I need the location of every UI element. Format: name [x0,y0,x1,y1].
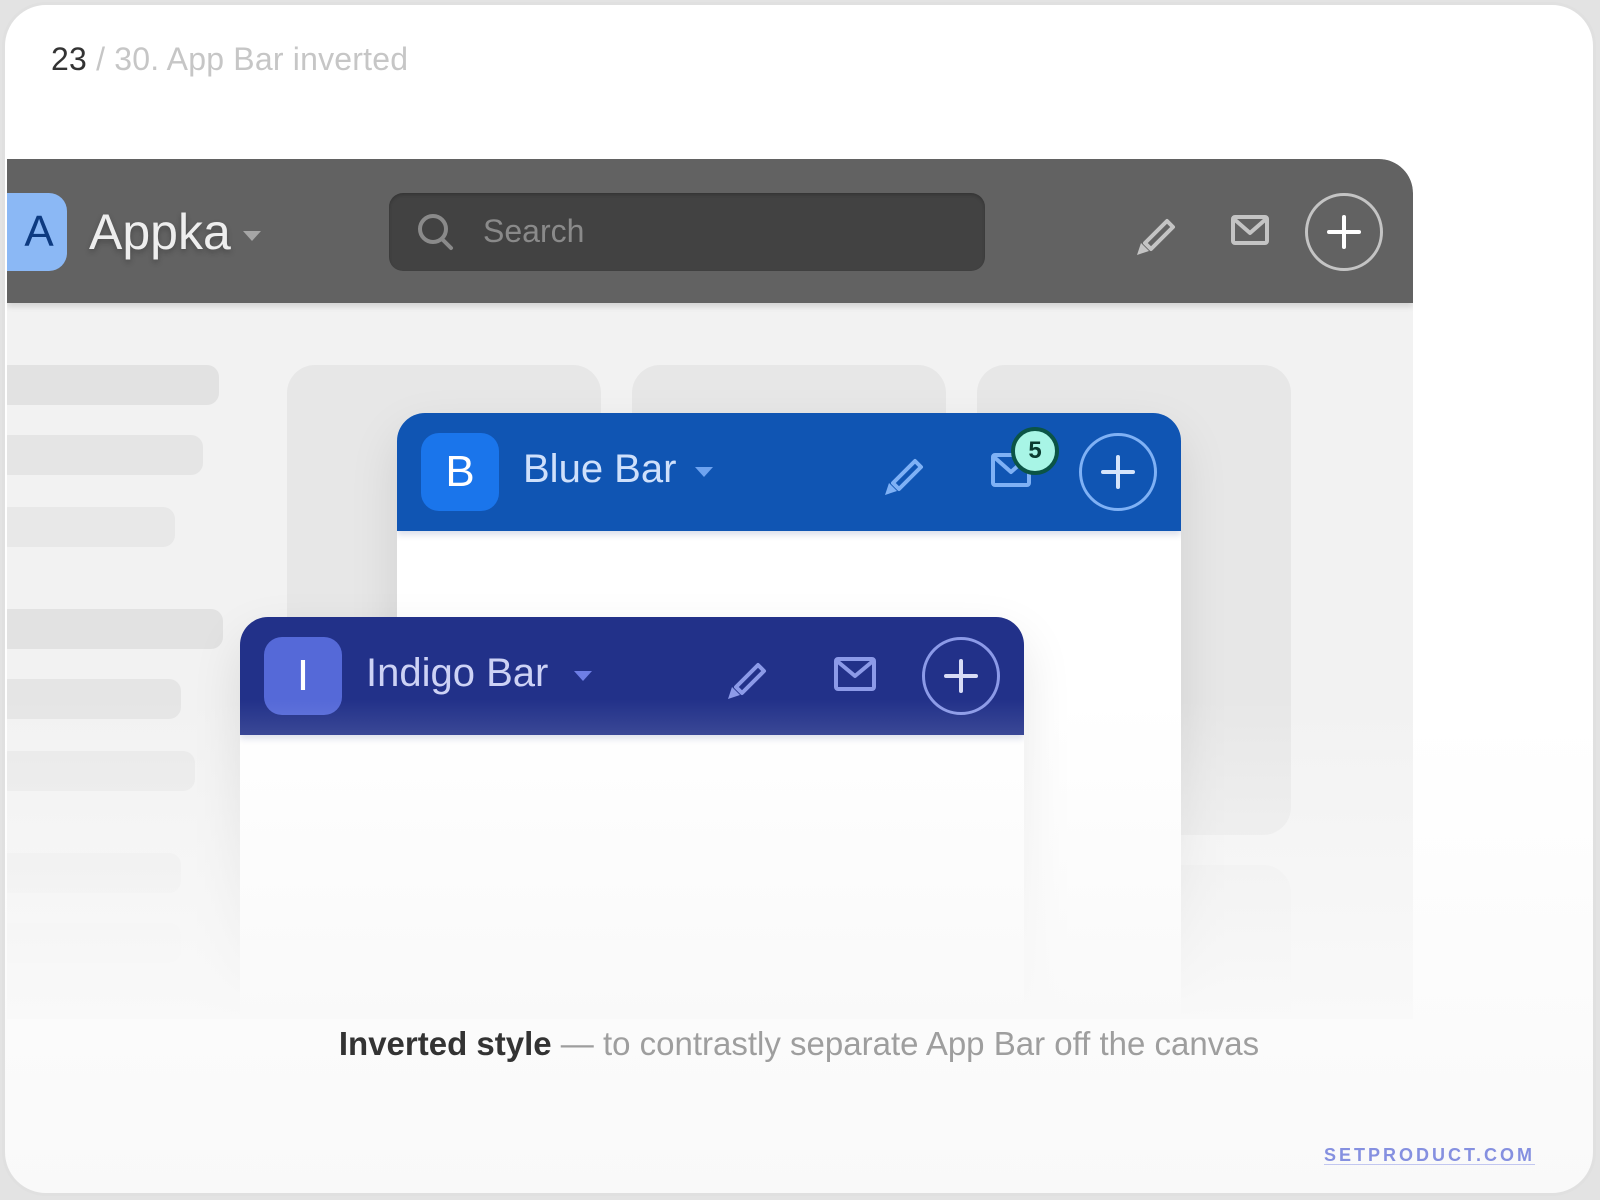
skeleton-sidebar-item [7,507,175,547]
blue-app-bar: B Blue Bar 5 [397,413,1181,531]
skeleton-sidebar-item [7,365,219,405]
pencil-icon[interactable] [724,653,772,701]
plus-icon [944,659,978,693]
app-name[interactable]: Appka [89,203,231,261]
indigo-bar-name[interactable]: Indigo Bar [366,651,548,696]
indigo-bar-add-button[interactable] [922,637,1000,715]
skeleton-sidebar-item [7,853,181,893]
indigo-bar-logo-letter: I [296,651,310,700]
plus-icon [1327,215,1361,249]
indigo-bar-logo[interactable]: I [264,637,342,715]
plus-icon [1101,455,1135,489]
main-app-bar: A Appka Search [7,159,1413,303]
pencil-icon[interactable] [1133,209,1181,257]
skeleton-sidebar-item [7,609,223,649]
slide-title: 23 / 30. App Bar inverted [51,41,408,78]
app-switcher-caret-icon[interactable] [243,231,261,241]
slide-number: 23 [51,41,87,77]
search-input[interactable]: Search [389,193,985,271]
indigo-bar-caret-icon[interactable] [574,671,592,681]
mail-icon[interactable] [834,657,878,693]
indigo-app-bar: I Indigo Bar [240,617,1024,735]
skeleton-sidebar-item [7,751,195,791]
search-icon [418,214,453,250]
search-placeholder: Search [483,213,585,249]
caption-rest: — to contrastly separate App Bar off the… [551,1025,1260,1062]
blue-bar-add-button[interactable] [1079,433,1157,511]
slide-card: 23 / 30. App Bar inverted A Appka Search [2,2,1596,1196]
blue-bar-logo[interactable]: B [421,433,499,511]
add-button[interactable] [1305,193,1383,271]
app-logo[interactable]: A [7,193,67,271]
app-window-mock: A Appka Search B Blue Bar 5 I Indigo Bar [7,159,1413,1019]
pencil-icon[interactable] [881,449,929,497]
app-logo-letter: A [24,207,54,256]
skeleton-sidebar-item [7,679,181,719]
mail-badge: 5 [1011,427,1059,475]
blue-bar-name[interactable]: Blue Bar [523,447,676,492]
skeleton-sidebar-item [7,923,181,963]
caption: Inverted style — to contrastly separate … [5,1025,1593,1063]
mail-icon[interactable] [1231,215,1271,247]
blue-bar-caret-icon[interactable] [695,467,713,477]
setproduct-link[interactable]: SETPRODUCT.COM [1324,1145,1535,1166]
indigo-bar-panel: I Indigo Bar [240,617,1024,1019]
blue-bar-logo-letter: B [445,447,475,496]
caption-strong: Inverted style [338,1025,552,1062]
skeleton-sidebar-item [7,435,203,475]
slide-title-text: / 30. App Bar inverted [96,41,409,77]
